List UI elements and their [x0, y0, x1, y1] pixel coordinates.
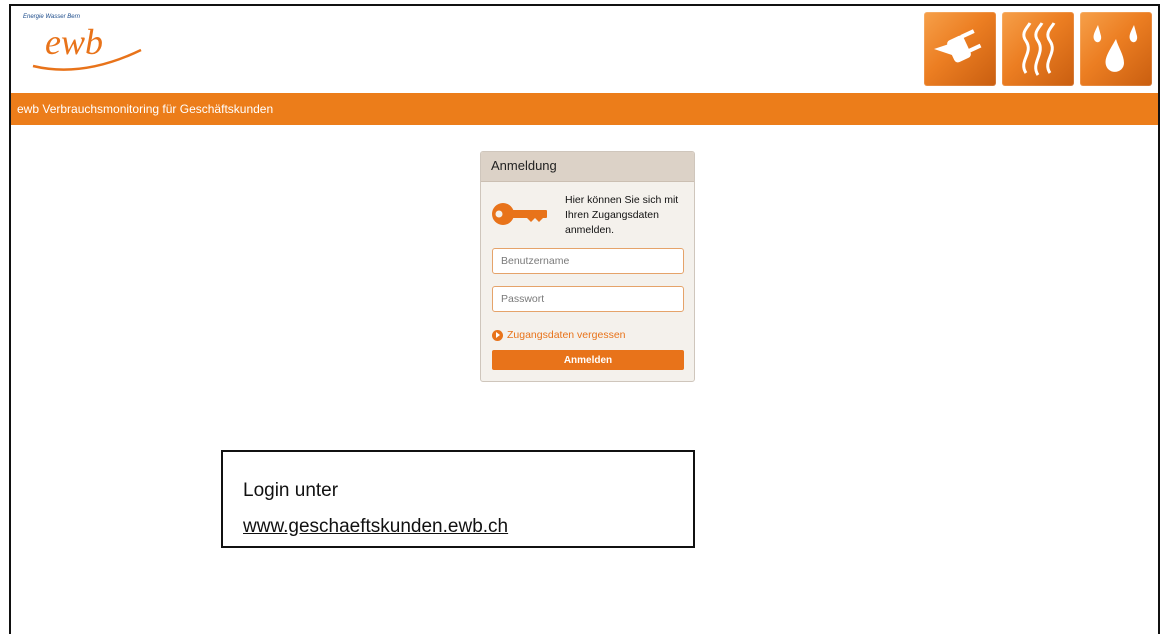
logo-mark: ewb — [32, 22, 142, 71]
login-heading: Anmeldung — [491, 158, 557, 173]
page-frame: Energie Wasser Bern ewb ewb Verbrauchsmo… — [9, 4, 1160, 634]
arrow-circle-icon — [492, 329, 503, 341]
login-url-note: Login unter www.geschaeftskunden.ewb.ch — [221, 450, 695, 548]
forgot-credentials-label: Zugangsdaten vergessen — [507, 329, 626, 341]
heat-icon[interactable] — [1002, 12, 1074, 86]
login-panel-header: Anmeldung — [481, 152, 694, 182]
page-header: Energie Wasser Bern ewb — [11, 6, 1158, 93]
title-banner: ewb Verbrauchsmonitoring für Geschäftsku… — [11, 93, 1158, 125]
ewb-logo[interactable]: Energie Wasser Bern ewb — [23, 14, 153, 84]
forgot-credentials-link[interactable]: Zugangsdaten vergessen — [492, 329, 626, 341]
login-url-link[interactable]: www.geschaeftskunden.ewb.ch — [243, 516, 508, 538]
username-input[interactable] — [492, 248, 684, 274]
password-input[interactable] — [492, 286, 684, 312]
utility-icons — [924, 12, 1152, 86]
login-button[interactable]: Anmelden — [492, 350, 684, 370]
login-intro-text: Hier können Sie sich mit Ihren Zugangsda… — [565, 194, 679, 236]
banner-title: ewb Verbrauchsmonitoring für Geschäftsku… — [17, 102, 274, 116]
water-drops-icon[interactable] — [1080, 12, 1152, 86]
logo-text: ewb — [45, 22, 103, 62]
plug-icon[interactable] — [924, 12, 996, 86]
note-line-1: Login unter — [243, 480, 339, 501]
login-panel: Anmeldung Hier können Sie sich mit Ihren… — [480, 151, 695, 382]
key-icon — [492, 203, 547, 225]
logo-tagline: Energie Wasser Bern — [23, 14, 80, 20]
